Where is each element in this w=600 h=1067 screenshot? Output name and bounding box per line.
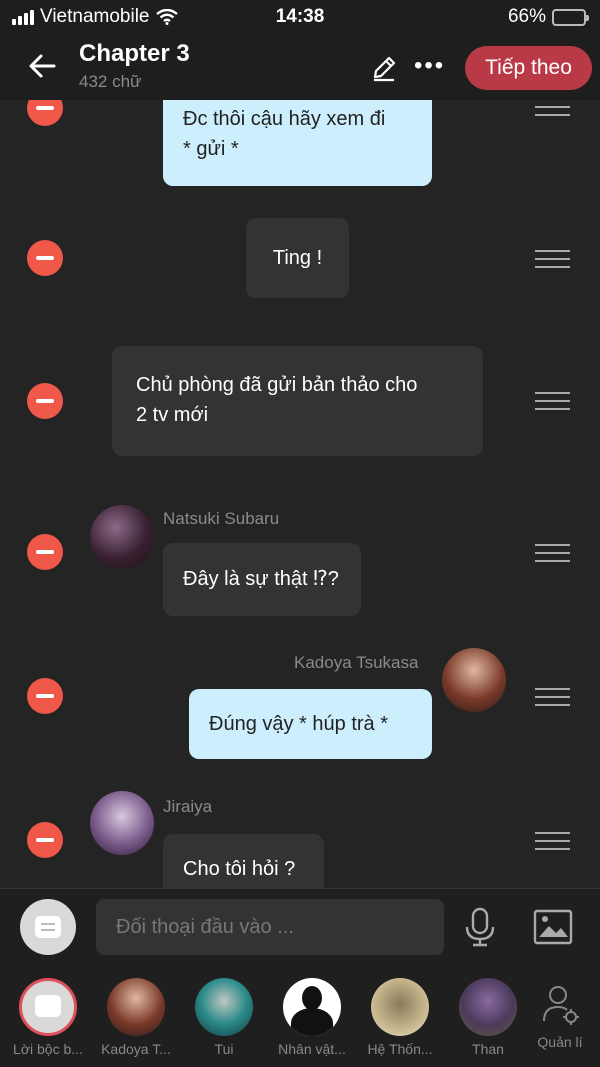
character-he-thong[interactable]: Hệ Thốn... (356, 978, 444, 1057)
message-line: 2 tv mới (136, 404, 209, 426)
character-narration[interactable]: Lời bộc b... (4, 978, 92, 1057)
avatar[interactable] (90, 791, 154, 855)
avatar (459, 978, 517, 1036)
battery-percent: 66% (507, 6, 546, 27)
character-kadoya[interactable]: Kadoya T... (92, 978, 180, 1057)
narration-bubble[interactable]: Chủ phòng đã gửi bản thảo cho 2 tv mới (112, 346, 483, 456)
avatar[interactable] (90, 505, 154, 569)
chapter-title: Chapter 3 (79, 40, 190, 67)
dialogue-input[interactable] (96, 899, 444, 955)
battery-icon (552, 8, 589, 26)
chat-bubble-icon (19, 978, 77, 1036)
chat-area: Đc thôi cậu hãy xem đi * gửi * Ting ! Ch… (0, 100, 600, 888)
message-line: Đc thôi cậu hãy xem đi (183, 108, 386, 130)
character-tui[interactable]: Tui (180, 978, 268, 1057)
narration-bubble[interactable]: Ting ! (246, 218, 349, 298)
message-bubble[interactable]: Cho tôi hỏi ? (163, 834, 324, 888)
chat-bubble-icon (35, 916, 61, 938)
delete-icon[interactable] (27, 100, 63, 126)
avatar[interactable] (442, 648, 506, 712)
avatar (195, 978, 253, 1036)
avatar (371, 978, 429, 1036)
character-label: Than (472, 1041, 504, 1057)
drag-handle-icon[interactable] (535, 100, 570, 118)
word-count: 432 chữ (79, 72, 142, 91)
drag-handle-icon[interactable] (535, 544, 570, 564)
delete-icon[interactable] (27, 240, 63, 276)
image-icon[interactable] (533, 909, 573, 945)
drag-handle-icon[interactable] (535, 832, 570, 852)
character-label: Lời bộc b... (13, 1041, 83, 1057)
delete-icon[interactable] (27, 383, 63, 419)
back-arrow-icon[interactable] (24, 48, 60, 84)
speaker-name: Natsuki Subaru (163, 509, 280, 528)
delete-icon[interactable] (27, 534, 63, 570)
character-label: Hệ Thốn... (367, 1041, 433, 1057)
character-label: Nhân vật... (278, 1041, 346, 1057)
message-line: * gửi * (183, 138, 239, 160)
status-bar: Vietnamobile 14:38 66% (0, 0, 600, 34)
delete-icon[interactable] (27, 678, 63, 714)
input-bar (0, 888, 600, 965)
user-settings-icon (543, 986, 579, 1025)
drag-handle-icon[interactable] (535, 392, 570, 412)
drag-handle-icon[interactable] (535, 250, 570, 270)
message-line: Chủ phòng đã gửi bản thảo cho (136, 374, 418, 396)
editor-header: Chapter 3 432 chữ ••• Tiếp theo (0, 34, 600, 100)
message-bubble[interactable]: Đúng vậy * húp trà * (189, 689, 432, 759)
speaker-name: Kadoya Tsukasa (294, 653, 419, 672)
message-bubble[interactable]: Đây là sự thật ⁉? (163, 543, 361, 616)
pencil-icon[interactable] (370, 54, 398, 82)
delete-icon[interactable] (27, 822, 63, 858)
avatar (107, 978, 165, 1036)
speaker-name: Jiraiya (163, 797, 213, 816)
microphone-icon[interactable] (462, 907, 498, 947)
character-bar: Lời bộc b... Kadoya T... Tui Nhân vật...… (0, 965, 600, 1067)
drag-handle-icon[interactable] (535, 688, 570, 708)
battery-info: 66% (507, 6, 589, 28)
manage-button[interactable]: Quản lí (528, 983, 592, 1050)
character-label: Tui (214, 1041, 234, 1057)
more-options-icon[interactable]: ••• (414, 52, 445, 80)
manage-label: Quản lí (537, 1034, 583, 1050)
silhouette-icon (283, 978, 341, 1036)
narration-toggle-button[interactable] (20, 899, 76, 955)
next-button[interactable]: Tiếp theo (465, 46, 592, 90)
character-nhan-vat[interactable]: Nhân vật... (268, 978, 356, 1057)
character-than[interactable]: Than (444, 978, 532, 1057)
message-bubble[interactable]: Đc thôi cậu hãy xem đi * gửi * (163, 100, 432, 186)
character-label: Kadoya T... (101, 1041, 171, 1057)
